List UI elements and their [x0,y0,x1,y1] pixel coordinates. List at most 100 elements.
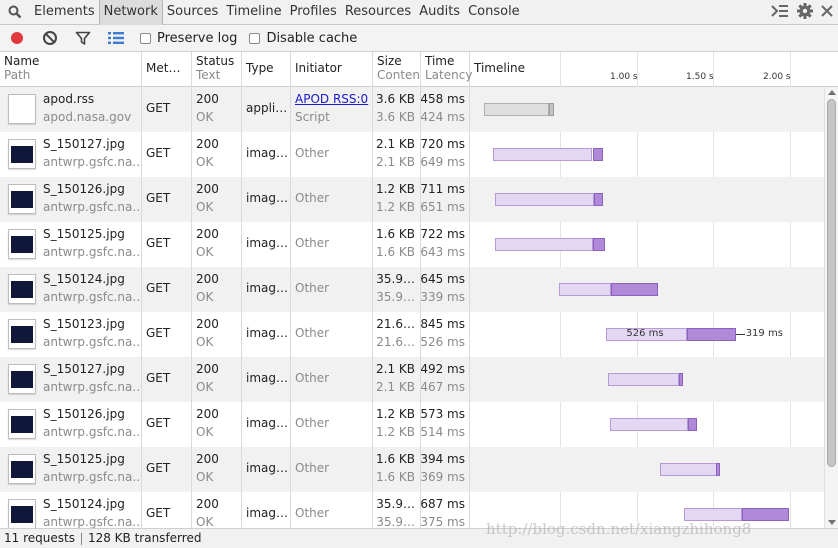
request-time: 394 ms [421,452,465,466]
vertical-scrollbar[interactable] [824,87,838,528]
disable-cache-box[interactable] [249,32,261,44]
name-cell[interactable]: S_150125.jpg antwrp.gsfc.na… [0,222,142,267]
tab-timeline[interactable]: Timeline [222,0,285,25]
tab-elements[interactable]: Elements [30,0,99,25]
filter-icon[interactable] [66,25,99,52]
status-text: OK [196,200,214,214]
column-method-label: Met… [146,61,181,75]
request-name: S_150126.jpg [43,407,125,421]
preserve-log-checkbox[interactable]: Preserve log [140,31,237,46]
request-latency: 375 ms [421,515,465,528]
timeline-bar-waiting[interactable] [494,238,594,251]
column-name-header[interactable]: Name Path [0,52,142,87]
request-type: imag… [246,281,288,295]
name-cell[interactable]: S_150124.jpg antwrp.gsfc.na… [0,267,142,312]
name-cell[interactable]: S_150127.jpg antwrp.gsfc.na… [0,132,142,177]
request-type: imag… [246,506,288,520]
initiator-link[interactable]: APOD RSS:0 [295,92,368,106]
request-latency: 526 ms [421,335,465,349]
name-cell[interactable]: S_150124.jpg antwrp.gsfc.na… [0,492,142,528]
column-timeline-label: Timeline [474,61,526,75]
name-cell[interactable]: S_150127.jpg antwrp.gsfc.na… [0,357,142,402]
table-row[interactable]: S_150125.jpg antwrp.gsfc.na… GET 200 OK imag…… [0,447,838,492]
thumbnail-image [11,191,33,208]
table-row[interactable]: S_150124.jpg antwrp.gsfc.na… GET 200 OK imag…… [0,267,838,312]
status-cell: 200 OK [192,132,242,177]
initiator-cell: Other [291,447,373,492]
request-content-size: 35.9… [376,515,415,528]
timeline-bar-waiting[interactable] [484,103,549,116]
column-time-header[interactable]: Time Latency [421,52,472,87]
table-row[interactable]: S_150125.jpg antwrp.gsfc.na… GET 200 OK imag…… [0,222,838,267]
timeline-bar-receiving[interactable] [592,148,604,161]
timeline-bar-receiving[interactable] [593,238,606,251]
column-initiator-label: Initiator [295,61,342,75]
table-row[interactable]: apod.rss apod.nasa.gov GET 200 OK appli… APOD … [0,87,838,132]
name-cell[interactable]: S_150126.jpg antwrp.gsfc.na… [0,402,142,447]
timeline-bar-waiting[interactable] [607,373,680,386]
timeline-bar-receiving[interactable] [688,418,698,431]
close-icon[interactable] [820,4,834,21]
request-latency: 514 ms [421,425,465,439]
list-view-icon[interactable] [99,25,132,52]
name-cell[interactable]: S_150123.jpg antwrp.gsfc.na… [0,312,142,357]
timeline-bar-receiving[interactable] [679,373,684,386]
type-cell: imag… [242,357,291,402]
timeline-bar-waiting[interactable] [609,418,689,431]
table-row[interactable]: S_150127.jpg antwrp.gsfc.na… GET 200 OK imag…… [0,357,838,402]
timeline-bar-waiting[interactable] [559,283,611,296]
tab-sources[interactable]: Sources [163,0,222,25]
request-content-size: 2.1 KB [376,155,415,169]
request-name: S_150126.jpg [43,182,125,196]
scroll-down-icon[interactable] [828,520,836,525]
name-cell[interactable]: S_150125.jpg antwrp.gsfc.na… [0,447,142,492]
size-cell: 21.6… 21.6… [373,312,421,357]
name-cell[interactable]: apod.rss apod.nasa.gov [0,87,142,132]
request-type: imag… [246,146,288,160]
scroll-up-icon[interactable] [828,90,836,95]
tab-profiles[interactable]: Profiles [286,0,341,25]
tab-console[interactable]: Console [464,0,524,25]
tab-audits[interactable]: Audits [415,0,464,25]
column-type-header[interactable]: Type [242,52,291,87]
preserve-log-box[interactable] [140,32,151,44]
table-row[interactable]: S_150123.jpg antwrp.gsfc.na… GET 200 OK imag…… [0,312,838,357]
timeline-bar-receiving[interactable] [610,283,658,296]
column-size-header[interactable]: Size Conten [373,52,421,87]
image-thumbnail-icon [8,364,36,394]
search-icon[interactable] [0,0,30,25]
request-content-size: 3.6 KB [376,110,415,124]
drawer-toggle-icon[interactable] [770,3,790,22]
timeline-bar-receiving[interactable] [594,193,604,206]
timeline-bar-waiting[interactable] [493,148,593,161]
timeline-bar-receiving[interactable] [686,328,736,341]
request-content-size: 1.2 KB [376,425,415,439]
table-row[interactable]: S_150126.jpg antwrp.gsfc.na… GET 200 OK imag…… [0,177,838,222]
timeline-bar-receiving[interactable] [716,463,721,476]
request-size: 2.1 KB [376,137,415,151]
request-name: apod.rss [43,92,95,106]
timeline-bar-waiting[interactable] [660,463,717,476]
column-status-header[interactable]: Status Text [192,52,242,87]
status-code: 200 [196,317,219,331]
request-type: imag… [246,416,288,430]
image-thumbnail-icon [8,319,36,349]
disable-cache-checkbox[interactable]: Disable cache [249,31,357,46]
tab-resources[interactable]: Resources [341,0,415,25]
record-icon[interactable] [0,25,33,52]
column-initiator-header[interactable]: Initiator [291,52,373,87]
gear-icon[interactable] [796,2,814,23]
request-content-size: 35.9… [376,290,415,304]
clear-icon[interactable] [33,25,66,52]
status-code: 200 [196,497,219,511]
scrollbar-thumb[interactable] [827,99,836,467]
image-thumbnail-icon [8,184,36,214]
timeline-bar-receiving[interactable] [548,103,555,116]
tab-network[interactable]: Network [98,0,163,25]
table-row[interactable]: S_150126.jpg antwrp.gsfc.na… GET 200 OK imag…… [0,402,838,447]
table-row[interactable]: S_150127.jpg antwrp.gsfc.na… GET 200 OK imag…… [0,132,838,177]
column-method-header[interactable]: Met… [142,52,192,87]
name-cell[interactable]: S_150126.jpg antwrp.gsfc.na… [0,177,142,222]
timeline-bar-waiting[interactable] [494,193,595,206]
thumbnail-image [11,371,33,388]
